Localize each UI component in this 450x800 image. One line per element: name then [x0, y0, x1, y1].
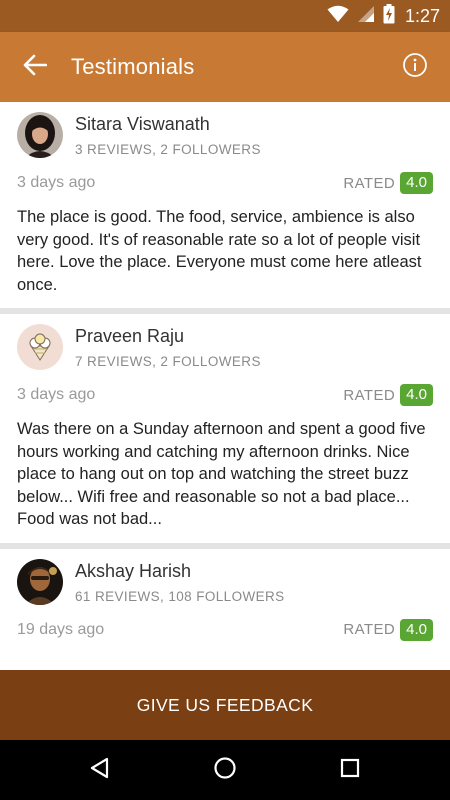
- back-button[interactable]: [18, 52, 52, 82]
- rating-group: RATED 4.0: [343, 384, 433, 406]
- reviewer-name[interactable]: Akshay Harish: [75, 561, 191, 582]
- navigation-bar: [0, 740, 450, 800]
- review-meta: 19 days ago RATED 4.0: [17, 611, 433, 651]
- review-list[interactable]: Sitara Viswanath 3 REVIEWS, 2 FOLLOWERS …: [0, 102, 450, 670]
- info-icon: [402, 52, 428, 83]
- nav-back-button[interactable]: [85, 755, 115, 785]
- app-bar: Testimonials: [0, 32, 450, 102]
- status-icons: 1:27: [327, 3, 440, 29]
- avatar[interactable]: [17, 112, 63, 158]
- rated-label: RATED: [343, 174, 396, 192]
- review-card: Praveen Raju 7 REVIEWS, 2 FOLLOWERS 3 da…: [0, 314, 450, 543]
- review-date: 3 days ago: [17, 386, 96, 403]
- reviewer-name[interactable]: Praveen Raju: [75, 326, 184, 347]
- give-feedback-button[interactable]: GIVE US FEEDBACK: [0, 670, 450, 740]
- rating-group: RATED 4.0: [343, 172, 433, 194]
- status-bar: 1:27: [0, 0, 450, 32]
- reviewer-stats: 3 REVIEWS, 2 FOLLOWERS: [75, 142, 261, 157]
- clock: 1:27: [404, 6, 440, 26]
- review-header: Akshay Harish 61 REVIEWS, 108 FOLLOWERS: [17, 549, 433, 611]
- rating-badge: 4.0: [400, 172, 433, 194]
- page-title: Testimonials: [71, 54, 195, 79]
- review-meta: 3 days ago RATED 4.0: [17, 164, 433, 204]
- reviewer-stats: 7 REVIEWS, 2 FOLLOWERS: [75, 354, 261, 369]
- arrow-left-icon: [23, 54, 48, 81]
- review-date: 3 days ago: [17, 174, 96, 191]
- review-text: The place is good. The food, service, am…: [17, 208, 422, 294]
- review-text: Was there on a Sunday afternoon and spen…: [17, 420, 426, 528]
- review-meta: 3 days ago RATED 4.0: [17, 376, 433, 416]
- reviewer-stats: 61 REVIEWS, 108 FOLLOWERS: [75, 588, 285, 604]
- avatar[interactable]: [17, 324, 63, 370]
- review-card: Akshay Harish 61 REVIEWS, 108 FOLLOWERS …: [0, 548, 450, 665]
- avatar[interactable]: [17, 558, 63, 605]
- battery-charging-icon: [383, 3, 395, 29]
- rating-badge: 4.0: [400, 618, 433, 641]
- rating-badge: 4.0: [400, 384, 433, 406]
- rating-group: RATED 4.0: [343, 618, 433, 641]
- wifi-icon: [327, 5, 349, 28]
- review-header: Sitara Viswanath 3 REVIEWS, 2 FOLLOWERS: [17, 102, 433, 164]
- nav-recents-button[interactable]: [335, 755, 365, 785]
- review-card: Sitara Viswanath 3 REVIEWS, 2 FOLLOWERS …: [0, 102, 450, 308]
- rated-label: RATED: [343, 621, 396, 638]
- recents-square-icon: [339, 757, 361, 784]
- nav-home-button[interactable]: [210, 755, 240, 785]
- signal-icon: [357, 5, 375, 28]
- review-header: Praveen Raju 7 REVIEWS, 2 FOLLOWERS: [17, 314, 433, 376]
- review-date: 19 days ago: [17, 620, 105, 638]
- back-triangle-icon: [89, 757, 111, 784]
- reviewer-name[interactable]: Sitara Viswanath: [75, 114, 210, 135]
- rated-label: RATED: [343, 386, 396, 404]
- info-button[interactable]: [400, 52, 430, 82]
- review-text: [17, 651, 433, 665]
- home-circle-icon: [213, 756, 237, 785]
